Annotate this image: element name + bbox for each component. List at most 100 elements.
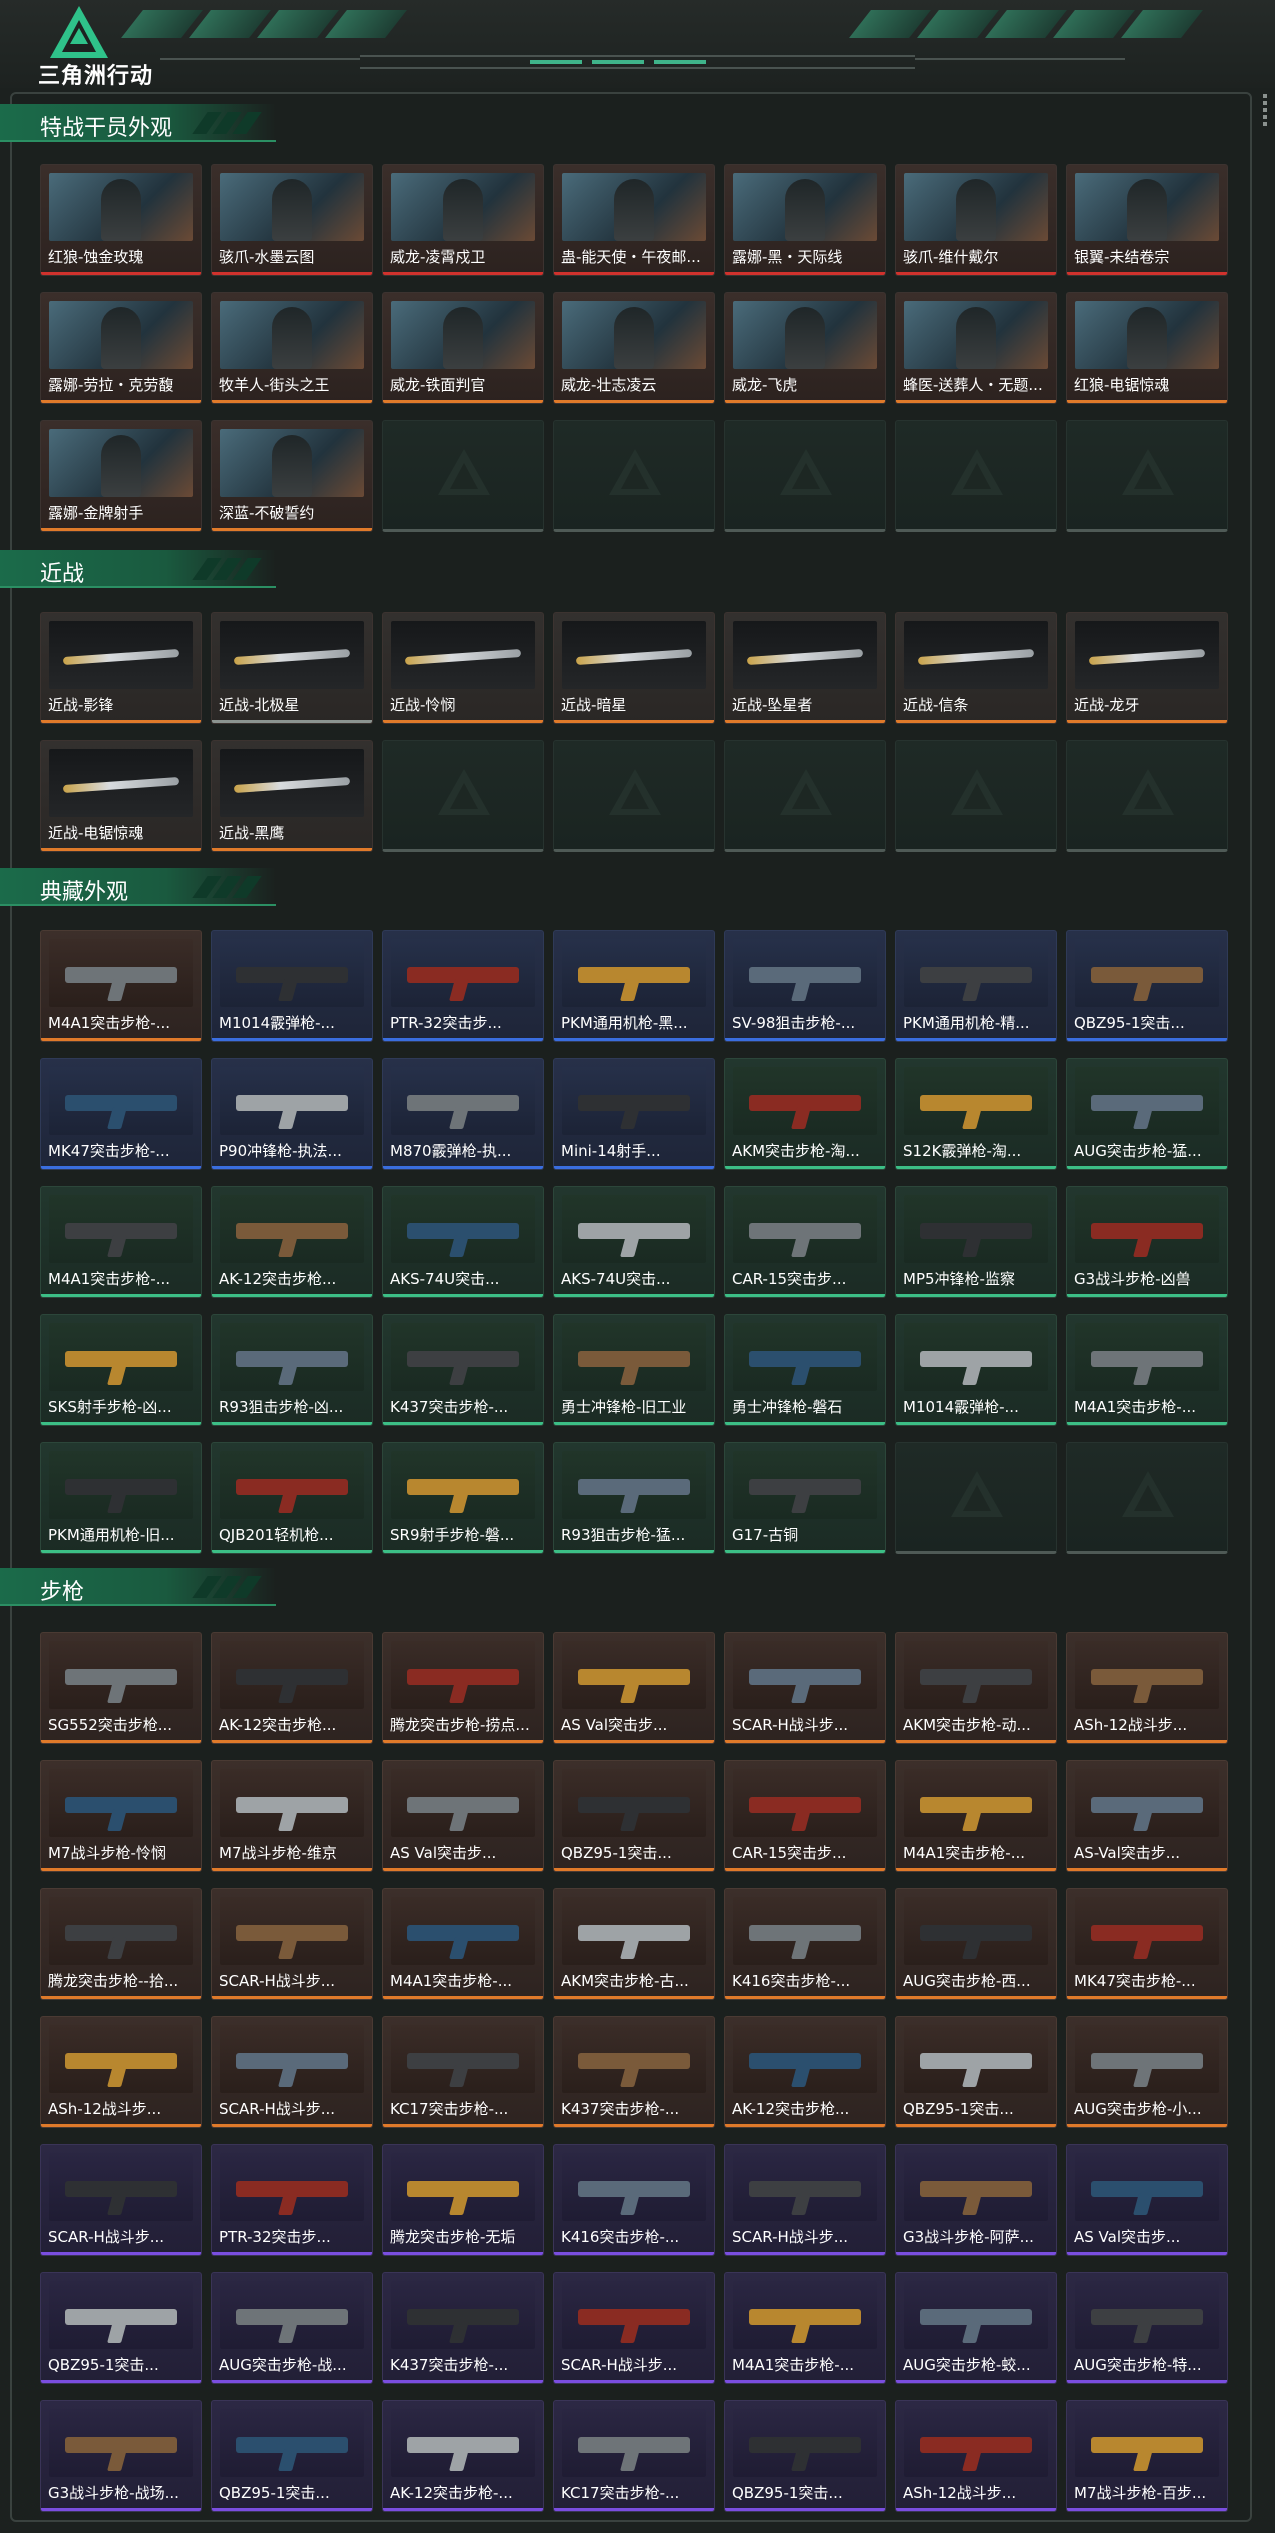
item-card[interactable]: 近战-怜悯 xyxy=(382,612,544,724)
item-card[interactable]: G3战斗步枪-战场... xyxy=(40,2400,202,2512)
item-card[interactable]: SCAR-H战斗步... xyxy=(211,2016,373,2128)
item-card[interactable]: QJB201轻机枪... xyxy=(211,1442,373,1554)
item-card[interactable]: QBZ95-1突击... xyxy=(1066,930,1228,1042)
item-card[interactable]: QBZ95-1突击... xyxy=(553,1760,715,1872)
item-card[interactable]: M870霰弹枪-执... xyxy=(382,1058,544,1170)
item-card[interactable]: SG552突击步枪... xyxy=(40,1632,202,1744)
item-card[interactable]: AKS-74U突击... xyxy=(382,1186,544,1298)
item-card[interactable]: SCAR-H战斗步... xyxy=(553,2272,715,2384)
item-card[interactable]: M4A1突击步枪-... xyxy=(895,1760,1057,1872)
item-card[interactable]: R93狙击步枪-凶... xyxy=(211,1314,373,1426)
item-card[interactable]: M4A1突击步枪-... xyxy=(724,2272,886,2384)
item-card[interactable]: Mini-14射手... xyxy=(553,1058,715,1170)
item-card[interactable]: KC17突击步枪-... xyxy=(382,2016,544,2128)
item-card[interactable]: M7战斗步枪-怜悯 xyxy=(40,1760,202,1872)
item-card[interactable]: AUG突击步枪-小... xyxy=(1066,2016,1228,2128)
item-card[interactable]: AK-12突击步枪... xyxy=(211,1632,373,1744)
item-card[interactable]: K437突击步枪-... xyxy=(553,2016,715,2128)
item-card[interactable]: QBZ95-1突击... xyxy=(895,2016,1057,2128)
item-card[interactable]: ASh-12战斗步... xyxy=(895,2400,1057,2512)
item-card[interactable]: 近战-影锋 xyxy=(40,612,202,724)
item-card[interactable]: S12K霰弹枪-淘... xyxy=(895,1058,1057,1170)
item-card[interactable]: M4A1突击步枪-... xyxy=(1066,1314,1228,1426)
item-card[interactable]: 银翼-未结卷宗 xyxy=(1066,164,1228,276)
item-card[interactable]: 牧羊人-街头之王 xyxy=(211,292,373,404)
item-card[interactable]: MK47突击步枪-... xyxy=(1066,1888,1228,2000)
item-card[interactable]: 露娜-金牌射手 xyxy=(40,420,202,532)
item-card[interactable]: QBZ95-1突击... xyxy=(40,2272,202,2384)
item-card[interactable]: AK-12突击步枪... xyxy=(724,2016,886,2128)
item-card[interactable]: K416突击步枪-... xyxy=(724,1888,886,2000)
item-card[interactable]: AK-12突击步枪-... xyxy=(382,2400,544,2512)
item-card[interactable]: KC17突击步枪-... xyxy=(553,2400,715,2512)
item-card[interactable]: AKM突击步枪-古... xyxy=(553,1888,715,2000)
item-card[interactable]: PKM通用机枪-黑... xyxy=(553,930,715,1042)
item-card[interactable]: PKM通用机枪-旧... xyxy=(40,1442,202,1554)
item-card[interactable]: G3战斗步枪-阿萨... xyxy=(895,2144,1057,2256)
item-card[interactable]: SCAR-H战斗步... xyxy=(724,2144,886,2256)
item-card[interactable]: 近战-北极星 xyxy=(211,612,373,724)
item-card[interactable]: AS Val突击步... xyxy=(553,1632,715,1744)
item-card[interactable]: SCAR-H战斗步... xyxy=(724,1632,886,1744)
item-card[interactable]: AUG突击步枪-特... xyxy=(1066,2272,1228,2384)
item-card[interactable]: K416突击步枪-... xyxy=(553,2144,715,2256)
item-card[interactable]: 威龙-铁面判官 xyxy=(382,292,544,404)
item-card[interactable]: M1014霰弹枪-... xyxy=(895,1314,1057,1426)
item-card[interactable]: 近战-信条 xyxy=(895,612,1057,724)
item-card[interactable]: 红狼-蚀金玫瑰 xyxy=(40,164,202,276)
item-card[interactable]: 蜂医-送葬人・无题... xyxy=(895,292,1057,404)
item-card[interactable]: AS-Val突击步... xyxy=(1066,1760,1228,1872)
item-card[interactable]: AK-12突击步枪... xyxy=(211,1186,373,1298)
item-card[interactable]: 威龙-凌霄戍卫 xyxy=(382,164,544,276)
item-card[interactable]: M4A1突击步枪-... xyxy=(40,1186,202,1298)
item-card[interactable]: 骇爪-维什戴尔 xyxy=(895,164,1057,276)
item-card[interactable]: 勇士冲锋枪-旧工业 xyxy=(553,1314,715,1426)
item-card[interactable]: AUG突击步枪-猛... xyxy=(1066,1058,1228,1170)
item-card[interactable]: MK47突击步枪-... xyxy=(40,1058,202,1170)
item-card[interactable]: 近战-暗星 xyxy=(553,612,715,724)
item-card[interactable]: K437突击步枪-... xyxy=(382,1314,544,1426)
item-card[interactable]: 腾龙突击步枪--拾... xyxy=(40,1888,202,2000)
item-card[interactable]: 近战-黑鹰 xyxy=(211,740,373,852)
item-card[interactable]: M1014霰弹枪-... xyxy=(211,930,373,1042)
item-card[interactable]: PTR-32突击步... xyxy=(382,930,544,1042)
item-card[interactable]: AUG突击步枪-西... xyxy=(895,1888,1057,2000)
item-card[interactable]: 勇士冲锋枪-磐石 xyxy=(724,1314,886,1426)
item-card[interactable]: G17-古铜 xyxy=(724,1442,886,1554)
item-card[interactable]: AS Val突击步... xyxy=(382,1760,544,1872)
item-card[interactable]: AUG突击步枪-战... xyxy=(211,2272,373,2384)
item-card[interactable]: AUG突击步枪-蛟... xyxy=(895,2272,1057,2384)
item-card[interactable]: 威龙-壮志凌云 xyxy=(553,292,715,404)
item-card[interactable]: PTR-32突击步... xyxy=(211,2144,373,2256)
item-card[interactable]: 腾龙突击步枪-无垢 xyxy=(382,2144,544,2256)
item-card[interactable]: R93狙击步枪-猛... xyxy=(553,1442,715,1554)
item-card[interactable]: AKM突击步枪-动... xyxy=(895,1632,1057,1744)
item-card[interactable]: 近战-电锯惊魂 xyxy=(40,740,202,852)
item-card[interactable]: QBZ95-1突击... xyxy=(724,2400,886,2512)
item-card[interactable]: 露娜-黑・天际线 xyxy=(724,164,886,276)
item-card[interactable]: AS Val突击步... xyxy=(1066,2144,1228,2256)
item-card[interactable]: ASh-12战斗步... xyxy=(40,2016,202,2128)
item-card[interactable]: P90冲锋枪-执法... xyxy=(211,1058,373,1170)
item-card[interactable]: 近战-龙牙 xyxy=(1066,612,1228,724)
item-card[interactable]: CAR-15突击步... xyxy=(724,1186,886,1298)
item-card[interactable]: 腾龙突击步枪-捞点... xyxy=(382,1632,544,1744)
item-card[interactable]: MP5冲锋枪-监察 xyxy=(895,1186,1057,1298)
item-card[interactable]: SCAR-H战斗步... xyxy=(211,1888,373,2000)
item-card[interactable]: M4A1突击步枪-... xyxy=(382,1888,544,2000)
item-card[interactable]: M4A1突击步枪-... xyxy=(40,930,202,1042)
item-card[interactable]: 露娜-劳拉・克劳馥 xyxy=(40,292,202,404)
item-card[interactable]: PKM通用机枪-精... xyxy=(895,930,1057,1042)
item-card[interactable]: M7战斗步枪-百步... xyxy=(1066,2400,1228,2512)
item-card[interactable]: SR9射手步枪-磐... xyxy=(382,1442,544,1554)
item-card[interactable]: K437突击步枪-... xyxy=(382,2272,544,2384)
item-card[interactable]: 红狼-电锯惊魂 xyxy=(1066,292,1228,404)
item-card[interactable]: 蛊-能天使・午夜邮... xyxy=(553,164,715,276)
item-card[interactable]: 近战-坠星者 xyxy=(724,612,886,724)
item-card[interactable]: G3战斗步枪-凶兽 xyxy=(1066,1186,1228,1298)
item-card[interactable]: SCAR-H战斗步... xyxy=(40,2144,202,2256)
item-card[interactable]: 威龙-飞虎 xyxy=(724,292,886,404)
item-card[interactable]: SKS射手步枪-凶... xyxy=(40,1314,202,1426)
item-card[interactable]: SV-98狙击步枪-... xyxy=(724,930,886,1042)
item-card[interactable]: ASh-12战斗步... xyxy=(1066,1632,1228,1744)
